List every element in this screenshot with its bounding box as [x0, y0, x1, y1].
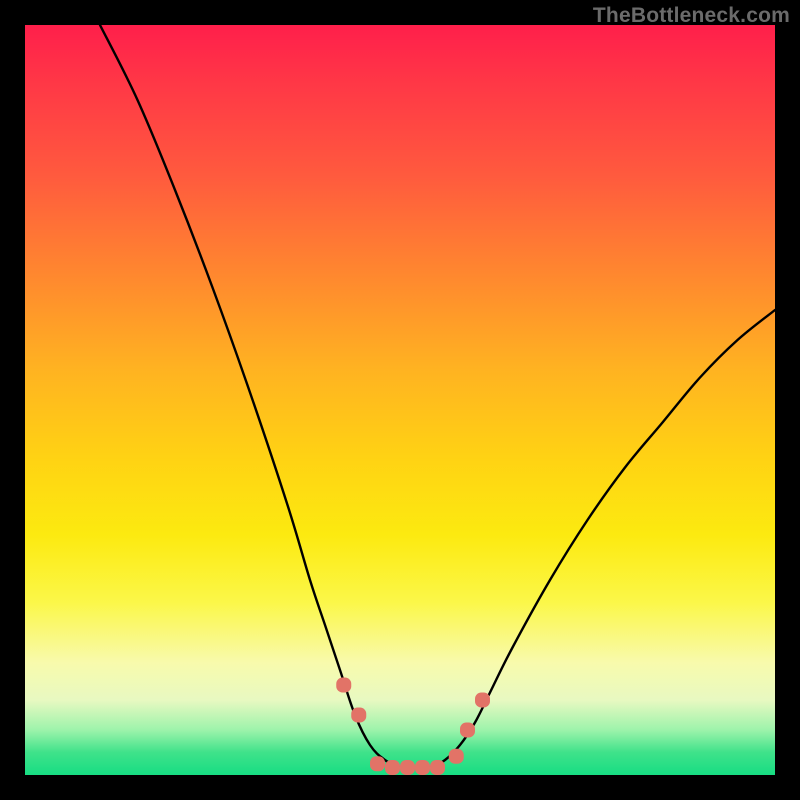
highlight-marker	[460, 723, 475, 738]
bottleneck-curve-svg	[25, 25, 775, 775]
highlight-marker	[336, 678, 351, 693]
highlight-marker	[475, 693, 490, 708]
highlight-marker	[370, 756, 385, 771]
plot-area	[25, 25, 775, 775]
highlight-marker	[415, 760, 430, 775]
highlight-marker	[385, 760, 400, 775]
watermark-text: TheBottleneck.com	[593, 4, 790, 28]
curve-layer	[100, 25, 775, 768]
bottleneck-curve	[100, 25, 775, 768]
highlight-marker	[351, 708, 366, 723]
highlight-marker	[400, 760, 415, 775]
chart-frame: TheBottleneck.com	[0, 0, 800, 800]
highlight-marker	[430, 760, 445, 775]
highlight-marker	[449, 749, 464, 764]
